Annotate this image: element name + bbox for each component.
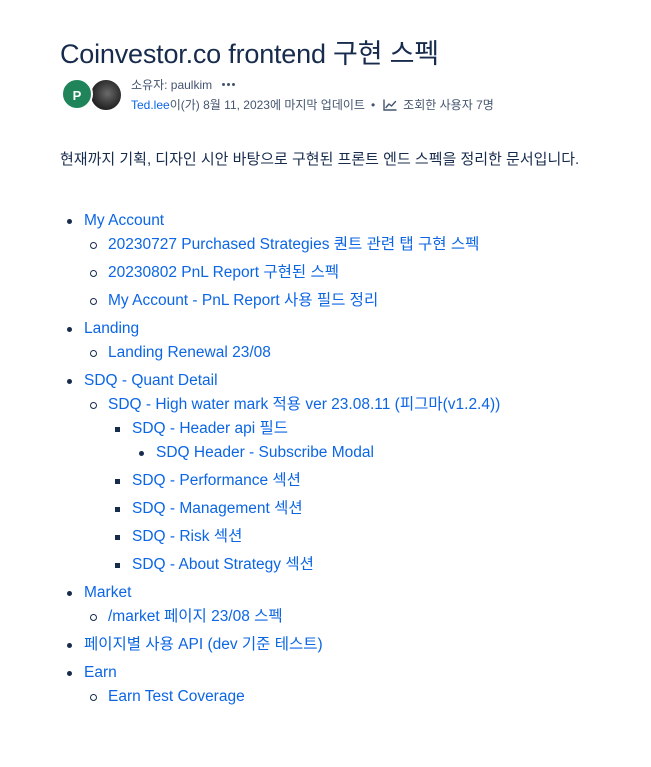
tree-item: SDQ - Management 섹션 [108,497,500,521]
byline-separator: • [370,97,376,112]
link-page-api[interactable]: 페이지별 사용 API (dev 기준 테스트) [84,636,323,653]
link-sdq-risk[interactable]: SDQ - Risk 섹션 [132,528,242,545]
tree-item: SDQ - Risk 섹션 [108,525,500,549]
link-landing-renewal[interactable]: Landing Renewal 23/08 [108,344,271,361]
more-horizontal-icon[interactable] [222,83,236,86]
tree-item: SDQ Header - Subscribe Modal [132,441,500,465]
link-market[interactable]: Market [84,584,131,601]
page-views-button[interactable]: 조회한 사용자 7명 [383,96,494,113]
link-market-page-spec[interactable]: /market 페이지 23/08 스펙 [108,608,283,625]
link-sdq-header-api[interactable]: SDQ - Header api 필드 [132,420,288,437]
link-pnl-report-fields[interactable]: My Account - PnL Report 사용 필드 정리 [108,292,378,309]
link-landing[interactable]: Landing [84,320,139,337]
link-sdq-about-strategy[interactable]: SDQ - About Strategy 섹션 [132,556,314,573]
editor-avatar[interactable] [89,78,123,112]
link-sdq-quant-detail[interactable]: SDQ - Quant Detail [84,372,218,389]
page-description: 현재까지 기획, 디자인 시안 바탕으로 구현된 프론트 엔드 스펙을 정리한 … [60,151,580,168]
link-my-account[interactable]: My Account [84,212,164,229]
tree-item: 20230802 PnL Report 구현된 스펙 [84,261,500,285]
owner-label: 소유자: paulkim [131,78,213,92]
link-sdq-high-water-mark[interactable]: SDQ - High water mark 적용 ver 23.08.11 (피… [108,396,500,413]
tree-item: SDQ - Performance 섹션 [108,469,500,493]
tree-item: /market 페이지 23/08 스펙 [84,605,500,629]
page-byline: P 소유자: paulkim Ted.lee 이(가) 8월 11, 2023에… [61,76,621,112]
link-pnl-report-spec[interactable]: 20230802 PnL Report 구현된 스펙 [108,264,339,281]
owner-avatar[interactable]: P [61,78,93,110]
tree-item: SDQ - High water mark 적용 ver 23.08.11 (피… [84,393,500,577]
tree-item: SDQ - About Strategy 섹션 [108,553,500,577]
tree-item-api: 페이지별 사용 API (dev 기준 테스트) [60,633,500,657]
tree-item-landing: Landing Landing Renewal 23/08 [60,317,500,365]
tree-item: Landing Renewal 23/08 [84,341,500,365]
link-sdq-subscribe-modal[interactable]: SDQ Header - Subscribe Modal [156,444,374,461]
link-sdq-management[interactable]: SDQ - Management 섹션 [132,500,303,517]
tree-item: Earn Test Coverage [84,685,500,709]
child-pages-tree: My Account 20230727 Purchased Strategies… [60,209,500,709]
tree-item: 20230727 Purchased Strategies 퀀트 관련 탭 구현… [84,233,500,257]
tree-item-my-account: My Account 20230727 Purchased Strategies… [60,209,500,313]
page-title: Coinvestor.co frontend 구현 스펙 [60,39,439,70]
last-updated-text: 이(가) 8월 11, 2023에 마지막 업데이트 [169,98,365,112]
tree-item: SDQ - Header api 필드 SDQ Header - Subscri… [108,417,500,465]
last-updated-line: Ted.lee 이(가) 8월 11, 2023에 마지막 업데이트 • 조회한… [131,96,494,113]
owner-line: 소유자: paulkim [131,76,236,93]
analytics-chart-icon [383,99,397,111]
link-earn-test-coverage[interactable]: Earn Test Coverage [108,688,245,705]
link-earn[interactable]: Earn [84,664,117,681]
tree-item-market: Market /market 페이지 23/08 스펙 [60,581,500,629]
page-views-text: 조회한 사용자 7명 [403,98,494,112]
editor-link[interactable]: Ted.lee [131,98,170,112]
tree-item-sdq: SDQ - Quant Detail SDQ - High water mark… [60,369,500,577]
tree-item: My Account - PnL Report 사용 필드 정리 [84,289,500,313]
link-purchased-strategies-spec[interactable]: 20230727 Purchased Strategies 퀀트 관련 탭 구현… [108,236,479,253]
tree-item-earn: Earn Earn Test Coverage [60,661,500,709]
link-sdq-performance[interactable]: SDQ - Performance 섹션 [132,472,301,489]
